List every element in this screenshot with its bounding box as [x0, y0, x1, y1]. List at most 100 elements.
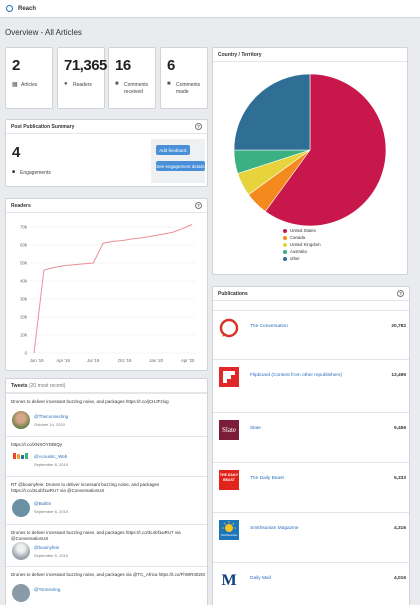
reach-logo-icon	[6, 5, 13, 12]
readers-line-chart: 0 10k 20k 30k 40k 50k 60k 70k Jun '19 Apr '19 Jul …	[20, 224, 196, 363]
publication-value: 5,333	[393, 476, 406, 481]
legend-item[interactable]: Canada	[283, 235, 305, 240]
tweets-subtitle: (20 most recent)	[28, 382, 66, 389]
daily-beast-logo-icon: THE DAILY BEAST	[219, 470, 239, 490]
table-row[interactable]: Smithsonian Smithsonian Magazine 4,316	[213, 512, 409, 545]
avatar[interactable]	[12, 452, 30, 462]
table-row[interactable]: Flipboard (Content from other republishe…	[213, 359, 409, 392]
comments-icon: ■	[167, 81, 171, 87]
legend-item[interactable]: Australia	[283, 249, 307, 254]
stat-value: 71,365	[64, 57, 107, 74]
table-row[interactable]: THE DAILY BEAST The Daily Beast 5,333	[213, 462, 409, 495]
list-item[interactable]: Drones to deliver incessant buzzing nois…	[6, 524, 207, 566]
smithsonian-logo-icon: Smithsonian	[219, 520, 239, 540]
tweets-title: Tweets	[11, 382, 28, 389]
tweets-card: Tweets (20 most recent) Drones to delive…	[5, 378, 208, 605]
smithsonian-logo-text: Smithsonian	[220, 533, 238, 537]
slate-logo-icon: Slate	[219, 420, 239, 440]
y-tick-label: 70k	[20, 225, 28, 230]
add-feedback-button[interactable]: Add feedback	[156, 145, 190, 155]
list-item[interactable]: RT @bouinyfeie: Drones to deliver incess…	[6, 476, 207, 524]
tweet-handle[interactable]: @Tonnecting	[34, 587, 60, 592]
tweet-text: Drones to deliver incessant buzzing nois…	[11, 530, 181, 541]
country-card: Country / Territory United States Canada U…	[212, 47, 408, 275]
app-title: Reach	[18, 5, 37, 12]
see-engagement-details-button[interactable]: See engagement details	[156, 161, 205, 171]
help-icon[interactable]: ?	[195, 123, 202, 130]
flipboard-logo-icon	[219, 367, 239, 387]
stat-value: 6	[167, 57, 175, 74]
stat-card-comments-received[interactable]: 16 ■ Comments received	[108, 47, 156, 109]
legend-swatch	[283, 235, 287, 240]
card-title: Publications	[213, 287, 409, 301]
legend-label: other	[290, 256, 300, 261]
svg-text:M: M	[221, 572, 236, 589]
document-icon: ▦	[12, 82, 18, 88]
stat-card-articles[interactable]: 2 ▦ Articles	[5, 47, 53, 109]
comments-icon: ■	[115, 81, 119, 87]
stat-card-comments-made[interactable]: 6 ■ Comments made	[160, 47, 208, 109]
legend-swatch	[283, 249, 287, 254]
publication-name[interactable]: Flipboard (Content from other republishe…	[250, 373, 342, 378]
daily-mail-logo-icon: M	[219, 570, 239, 590]
pie-slice-other	[233, 73, 311, 151]
x-tick-label: Jan '20	[149, 358, 163, 363]
stat-card-readers[interactable]: 71,365 ● Readers	[57, 47, 107, 109]
publication-value: 9,456	[393, 426, 406, 431]
card-title: Readers	[6, 199, 207, 213]
y-tick-label: 20k	[20, 315, 28, 320]
stat-label: Articles	[21, 82, 38, 88]
legend-swatch	[283, 242, 287, 247]
publication-name[interactable]: The Conversation	[250, 324, 288, 329]
legend-item[interactable]: United States	[283, 228, 316, 233]
legend-item[interactable]: United Kingdom	[283, 242, 321, 247]
tweet-handle[interactable]: @bouinyfeie	[34, 545, 59, 550]
help-icon[interactable]: ?	[195, 202, 202, 209]
x-tick-label: Apr '19	[56, 358, 70, 363]
country-pie-chart	[233, 73, 387, 227]
publication-value: 13,496	[391, 373, 406, 378]
tweet-handle[interactable]: @Acoustic_Web	[34, 454, 67, 459]
tweet-handle[interactable]: @Theconnecting	[34, 414, 68, 419]
card-title: Country / Territory	[213, 48, 407, 62]
readers-icon: ●	[64, 81, 68, 87]
tweet-text: Drones to deliver incessant buzzing nois…	[11, 572, 206, 577]
avatar[interactable]	[12, 584, 30, 602]
publication-value: 4,316	[393, 526, 406, 531]
avatar[interactable]	[12, 499, 30, 517]
post-publication-summary-card: Post Publication Summary ? 4 ■ Engagemen…	[5, 119, 208, 187]
card-title: Tweets (20 most recent)	[6, 379, 207, 393]
tweet-handle[interactable]: @BuiltIn	[34, 501, 51, 506]
list-item[interactable]: Drones to deliver incessant buzzing nois…	[6, 393, 207, 436]
publication-name[interactable]: Daily Mail	[250, 576, 271, 581]
acoustic-web-logo-icon	[13, 453, 28, 459]
card-title: Post Publication Summary	[6, 120, 207, 134]
stat-value: 16	[115, 57, 131, 74]
y-tick-label: 10k	[20, 333, 28, 338]
table-row[interactable]: Slate Slate 9,456	[213, 412, 409, 445]
publication-name[interactable]: The Daily Beast	[250, 476, 284, 481]
list-item[interactable]: https://t.co/XNSOYDBIQy @Acoustic_Web Se…	[6, 436, 207, 476]
table-row[interactable]: M Daily Mail 4,016	[213, 562, 409, 595]
avatar[interactable]	[12, 542, 30, 560]
legend-item[interactable]: other	[283, 256, 300, 261]
stat-label: Comments made	[176, 82, 201, 95]
engagements-label: Engagements	[20, 170, 51, 176]
list-item[interactable]: Drones to deliver incessant buzzing nois…	[6, 566, 207, 605]
stat-label: Readers	[73, 82, 92, 88]
table-row[interactable]: The Conversation 20,782	[213, 310, 409, 343]
avatar[interactable]	[12, 411, 30, 429]
legend-label: Canada	[290, 235, 306, 240]
publication-name[interactable]: Slate	[250, 426, 261, 431]
engagements-icon: ■	[12, 169, 16, 175]
readers-series-line	[33, 224, 193, 354]
stat-value: 2	[12, 57, 20, 74]
stat-label: Comments received	[124, 82, 149, 95]
publication-value: 20,782	[391, 324, 406, 329]
publication-name[interactable]: Smithsonian Magazine	[250, 526, 299, 531]
help-icon[interactable]: ?	[397, 290, 404, 297]
conversation-logo-icon	[219, 318, 239, 338]
top-bar: Reach	[0, 0, 420, 18]
page-title: Overview - All Articles	[5, 28, 82, 37]
tweet-date: September 6, 2019	[34, 509, 69, 514]
